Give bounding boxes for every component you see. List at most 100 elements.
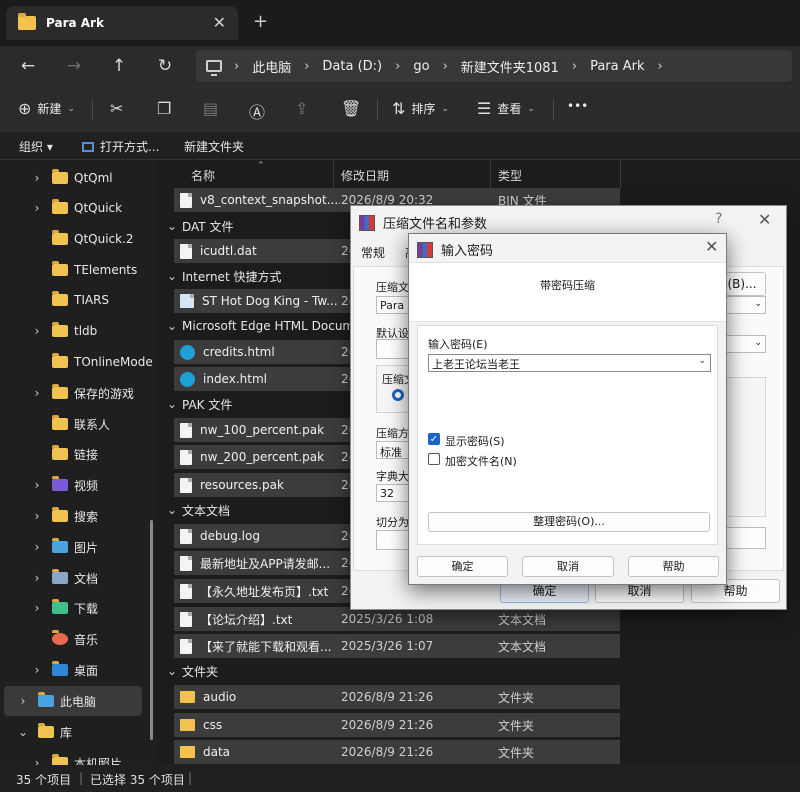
- help-button[interactable]: 帮助: [628, 556, 719, 577]
- file-row-data[interactable]: data 2026/8/9 21:26 文件夹: [174, 740, 620, 764]
- address-bar[interactable]: › 此电脑 › Data (D:) › go › 新建文件夹1081 › Par…: [196, 50, 792, 82]
- column-divider[interactable]: [490, 160, 491, 188]
- sidebar-item-searches[interactable]: › 搜索: [30, 501, 158, 531]
- more-options-button[interactable]: •••: [567, 99, 588, 113]
- group-header-folder[interactable]: ⌄ 文件夹: [162, 659, 218, 683]
- breadcrumb-separator[interactable]: ›: [234, 59, 239, 74]
- refresh-button[interactable]: ↻: [151, 54, 179, 78]
- sidebar-item-links[interactable]: 链接: [30, 439, 158, 469]
- show-password-checkbox[interactable]: ✓: [428, 433, 440, 445]
- file-row-audio[interactable]: audio 2026/8/9 21:26 文件夹: [174, 685, 620, 709]
- chevron-right-icon[interactable]: ›: [30, 324, 44, 338]
- breadcrumb-separator[interactable]: ›: [395, 59, 400, 74]
- sidebar-item-downloads[interactable]: › 下载: [30, 593, 158, 623]
- ok-button[interactable]: 确定: [417, 556, 508, 577]
- sidebar-item-saved-games[interactable]: › 保存的游戏: [30, 378, 158, 408]
- tab-para-ark[interactable]: Para Ark ✕: [6, 6, 238, 40]
- file-row-css[interactable]: css 2026/8/9 21:26 文件夹: [174, 713, 620, 737]
- column-header-name[interactable]: 名称: [191, 160, 215, 188]
- new-button[interactable]: ⊕ 新建 ⌄: [18, 99, 75, 118]
- chevron-right-icon[interactable]: ›: [30, 201, 44, 215]
- sidebar-item-videos[interactable]: › 视频: [30, 470, 158, 500]
- forward-button[interactable]: →: [60, 54, 88, 78]
- chevron-down-icon[interactable]: ⌄: [162, 397, 182, 411]
- group-header-pak[interactable]: ⌄ PAK 文件: [162, 392, 232, 416]
- chevron-down-icon[interactable]: ⌄: [162, 319, 182, 333]
- chevron-down-icon[interactable]: ⌄: [698, 356, 706, 366]
- close-icon[interactable]: ✕: [705, 237, 718, 256]
- password-input[interactable]: 上老王论坛当老王 ⌄: [428, 354, 711, 372]
- chevron-right-icon[interactable]: ›: [16, 694, 30, 708]
- breadcrumb-para-ark[interactable]: Para Ark: [590, 59, 644, 74]
- column-header-type[interactable]: 类型: [498, 160, 522, 188]
- sidebar-item-telements[interactable]: TElements: [30, 255, 158, 285]
- cancel-button[interactable]: 取消: [522, 556, 614, 577]
- breadcrumb-this-pc[interactable]: 此电脑: [252, 57, 291, 76]
- sidebar-scrollbar[interactable]: [150, 520, 153, 740]
- new-tab-button[interactable]: +: [253, 11, 268, 32]
- column-header-date[interactable]: 修改日期: [341, 160, 389, 188]
- breadcrumb-new-folder[interactable]: 新建文件夹1081: [461, 57, 559, 76]
- rename-button[interactable]: Ⓐ: [249, 99, 271, 123]
- group-header-dat[interactable]: ⌄ DAT 文件: [162, 214, 233, 238]
- copy-button[interactable]: ❐: [157, 99, 177, 118]
- organize-menu[interactable]: 组织 ▾: [19, 138, 53, 155]
- view-button[interactable]: ☰ 查看 ⌄: [477, 99, 535, 118]
- breadcrumb-drive[interactable]: Data (D:): [322, 59, 382, 74]
- group-header-text[interactable]: ⌄ 文本文档: [162, 498, 230, 522]
- sidebar-item-desktop[interactable]: › 桌面: [30, 655, 158, 685]
- group-header-internet[interactable]: ⌄ Internet 快捷方式: [162, 264, 282, 288]
- organize-passwords-button[interactable]: 整理密码(O)...: [428, 512, 710, 532]
- chevron-right-icon[interactable]: ›: [30, 663, 44, 677]
- chevron-right-icon[interactable]: ›: [30, 478, 44, 492]
- sidebar-item-contacts[interactable]: 联系人: [30, 409, 158, 439]
- file-row-comehere[interactable]: 【来了就能下载和观看... 2025/3/26 1:07 文本文档: [174, 634, 620, 658]
- column-divider[interactable]: [620, 160, 621, 188]
- sidebar-item-libraries[interactable]: ⌄ 库: [16, 717, 158, 747]
- close-tab-icon[interactable]: ✕: [213, 13, 226, 32]
- up-button[interactable]: ↑: [105, 54, 133, 78]
- help-icon[interactable]: ?: [715, 211, 722, 227]
- share-button[interactable]: ⇪: [295, 99, 314, 118]
- sidebar-item-pictures[interactable]: › 图片: [30, 532, 158, 562]
- breadcrumb-separator[interactable]: ›: [443, 59, 448, 74]
- sidebar-item-tldb[interactable]: › tldb: [30, 316, 158, 346]
- delete-button[interactable]: 🗑: [341, 99, 367, 118]
- chevron-down-icon[interactable]: ⌄: [162, 269, 182, 283]
- chevron-down-icon[interactable]: ⌄: [162, 503, 182, 517]
- chevron-right-icon[interactable]: ›: [30, 756, 44, 765]
- format-rar-radio[interactable]: [392, 389, 404, 401]
- chevron-down-icon[interactable]: ⌄: [162, 664, 182, 678]
- chevron-right-icon[interactable]: ›: [30, 571, 44, 585]
- chevron-right-icon[interactable]: ›: [30, 386, 44, 400]
- chevron-right-icon[interactable]: ›: [30, 540, 44, 554]
- breadcrumb-go[interactable]: go: [413, 59, 429, 74]
- sidebar-item-camera-roll[interactable]: › 本机照片: [30, 748, 158, 765]
- sidebar-item-tonlinemode[interactable]: TOnlineMode: [30, 347, 158, 377]
- sort-button[interactable]: ⇅ 排序 ⌄: [392, 99, 449, 118]
- sidebar-item-qtqml[interactable]: › QtQml: [30, 163, 158, 193]
- chevron-right-icon[interactable]: ›: [30, 171, 44, 185]
- chevron-right-icon[interactable]: ›: [30, 601, 44, 615]
- back-button[interactable]: ←: [14, 54, 42, 78]
- chevron-down-icon[interactable]: ⌄: [162, 219, 182, 233]
- close-icon[interactable]: ✕: [758, 210, 771, 229]
- sidebar-item-this-pc[interactable]: › 此电脑: [4, 686, 142, 716]
- breadcrumb-separator[interactable]: ›: [658, 59, 663, 74]
- sidebar-item-documents[interactable]: › 文档: [30, 563, 158, 593]
- group-header-edge[interactable]: ⌄ Microsoft Edge HTML Document: [162, 314, 374, 338]
- open-with-button[interactable]: 打开方式...: [82, 138, 159, 155]
- sidebar-item-qtquick[interactable]: › QtQuick: [30, 193, 158, 223]
- encrypt-names-checkbox[interactable]: [428, 453, 440, 465]
- paste-button[interactable]: ▤: [203, 99, 224, 118]
- tab-general[interactable]: 常规: [361, 244, 385, 261]
- cut-button[interactable]: ✂: [110, 99, 129, 118]
- sidebar-item-tiars[interactable]: TIARS: [30, 285, 158, 315]
- file-row-forum[interactable]: 【论坛介绍】.txt 2025/3/26 1:08 文本文档: [174, 607, 620, 631]
- chevron-down-icon[interactable]: ⌄: [16, 725, 30, 739]
- sidebar-item-qtquick2[interactable]: QtQuick.2: [30, 224, 158, 254]
- breadcrumb-separator[interactable]: ›: [304, 59, 309, 74]
- new-folder-button[interactable]: 新建文件夹: [184, 138, 244, 155]
- chevron-right-icon[interactable]: ›: [30, 509, 44, 523]
- sidebar-item-music[interactable]: 音乐: [30, 624, 158, 654]
